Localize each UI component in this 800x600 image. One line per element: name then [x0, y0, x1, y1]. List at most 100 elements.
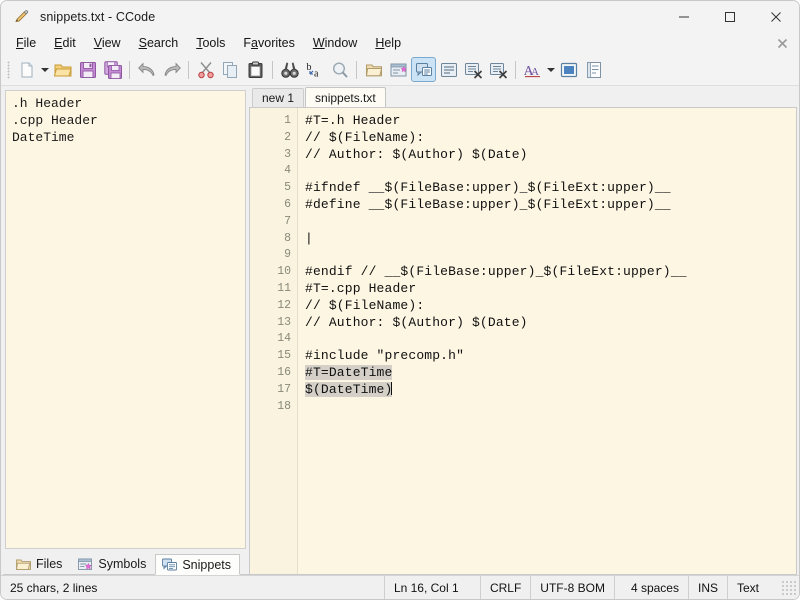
panel-tab-label: Symbols — [98, 557, 147, 571]
status-language[interactable]: Text — [727, 576, 781, 599]
files-panel-icon[interactable] — [361, 57, 386, 82]
code-line[interactable]: // Author: $(Author) $(Date) — [305, 147, 796, 164]
code-line[interactable] — [305, 163, 796, 180]
find-icon[interactable] — [277, 57, 302, 82]
svg-text:b: b — [306, 62, 311, 73]
list-item[interactable]: .h Header — [6, 95, 245, 112]
open-folder-icon[interactable] — [50, 57, 75, 82]
document-tab-new1[interactable]: new 1 — [252, 88, 305, 107]
font-dropdown-icon[interactable] — [545, 57, 556, 82]
new-file-dropdown-icon[interactable] — [39, 57, 50, 82]
snippets-icon — [162, 558, 178, 571]
menu-tools[interactable]: Tools — [187, 34, 234, 52]
snippets-panel-icon[interactable] — [411, 57, 436, 82]
selected-text: #T=DateTime — [305, 364, 393, 380]
font-icon[interactable]: A A — [520, 57, 545, 82]
code-line[interactable]: #endif // __$(FileBase:upper)_$(FileExt:… — [305, 264, 796, 281]
line-number: 1 — [284, 114, 291, 127]
menu-favorites[interactable]: Favorites — [234, 34, 303, 52]
line-number: 10 — [277, 265, 291, 279]
side-panel: .h Header .cpp Header DateTime Files Sym… — [1, 86, 249, 575]
resize-grip[interactable] — [781, 579, 797, 596]
menu-file[interactable]: File — [7, 34, 45, 52]
save-all-icon[interactable] — [100, 57, 125, 82]
line-number: 11 — [277, 281, 291, 295]
line-number: 8 — [284, 231, 291, 245]
code-line[interactable] — [305, 247, 796, 264]
menu-view[interactable]: View — [85, 34, 130, 52]
minimize-button[interactable] — [661, 1, 707, 32]
line-number: 7 — [284, 214, 291, 228]
panel-tab-symbols[interactable]: Symbols — [71, 553, 155, 574]
menu-bar: File Edit View Search Tools Favorites Wi… — [1, 32, 799, 54]
ccode-window: snippets.txt - CCode File Edit View Sear… — [0, 0, 800, 600]
menu-window[interactable]: Window — [304, 34, 366, 52]
toolbar-separator — [188, 60, 189, 79]
symbols-panel-icon[interactable] — [386, 57, 411, 82]
status-insert-mode[interactable]: INS — [687, 576, 727, 599]
menu-search[interactable]: Search — [130, 34, 188, 52]
code-line[interactable]: #T=DateTime — [305, 364, 796, 382]
close-button[interactable] — [753, 1, 799, 32]
code-line[interactable] — [305, 214, 796, 231]
line-number: 9 — [284, 248, 291, 262]
code-editor[interactable]: 1 2 3 4 5 6 7 8 9 10 11 12 13 14 15 16 1 — [249, 107, 797, 575]
menu-edit[interactable]: Edit — [45, 34, 85, 52]
line-number: 5 — [284, 181, 291, 195]
menu-help[interactable]: Help — [366, 34, 410, 52]
line-number: 17 — [277, 382, 291, 396]
line-number-gutter: 1 2 3 4 5 6 7 8 9 10 11 12 13 14 15 16 1 — [250, 108, 298, 574]
panel-tab-files[interactable]: Files — [9, 553, 71, 574]
cut-icon[interactable] — [193, 57, 218, 82]
line-number: 2 — [284, 130, 291, 144]
snippets-list[interactable]: .h Header .cpp Header DateTime — [5, 90, 246, 549]
status-encoding[interactable]: UTF-8 BOM — [530, 576, 614, 599]
code-line[interactable]: // Author: $(Author) $(Date) — [305, 315, 796, 332]
symbols-icon — [78, 558, 93, 571]
document-tab-snippets-txt[interactable]: snippets.txt — [305, 87, 386, 107]
status-doc-info: 25 chars, 2 lines — [10, 580, 98, 595]
status-indent[interactable]: 4 spaces — [613, 576, 688, 599]
list-item[interactable]: DateTime — [6, 129, 245, 146]
code-text-area[interactable]: #T=.h Header// $(FileName):// Author: $(… — [298, 108, 796, 574]
undo-icon[interactable] — [134, 57, 159, 82]
status-line-ending[interactable]: CRLF — [479, 576, 530, 599]
toolbar-separator — [129, 60, 130, 79]
replace-icon[interactable]: b a — [302, 57, 327, 82]
code-line[interactable]: $(DateTime) — [305, 381, 796, 399]
status-bar: 25 chars, 2 lines Ln 16, Col 1 CRLF UTF-… — [1, 575, 799, 599]
build-icon[interactable] — [461, 57, 486, 82]
new-file-icon[interactable] — [14, 57, 39, 82]
save-icon[interactable] — [75, 57, 100, 82]
main-toolbar: b a A A — [1, 54, 799, 86]
document-tabs: new 1 snippets.txt — [249, 86, 797, 107]
copy-icon[interactable] — [218, 57, 243, 82]
maximize-button[interactable] — [707, 1, 753, 32]
code-line[interactable]: #T=.h Header — [305, 113, 796, 130]
code-line[interactable]: | — [305, 231, 796, 248]
status-cursor-position[interactable]: Ln 16, Col 1 — [383, 576, 480, 599]
toolbar-separator — [356, 60, 357, 79]
redo-icon[interactable] — [159, 57, 184, 82]
panel-tab-snippets[interactable]: Snippets — [155, 554, 240, 575]
paste-icon[interactable] — [243, 57, 268, 82]
code-line[interactable]: #T=.cpp Header — [305, 281, 796, 298]
code-line[interactable]: #define __$(FileBase:upper)_$(FileExt:up… — [305, 197, 796, 214]
toolbar-grip[interactable] — [7, 60, 10, 79]
close-document-icon[interactable] — [774, 35, 790, 51]
code-line[interactable]: // $(FileName): — [305, 298, 796, 315]
code-line[interactable]: #ifndef __$(FileBase:upper)_$(FileExt:up… — [305, 180, 796, 197]
properties-icon[interactable] — [581, 57, 606, 82]
fullscreen-icon[interactable] — [556, 57, 581, 82]
code-line[interactable] — [305, 399, 796, 416]
output-panel-icon[interactable] — [436, 57, 461, 82]
code-line[interactable] — [305, 331, 796, 348]
title-bar: snippets.txt - CCode — [1, 1, 799, 32]
find-in-files-icon[interactable] — [327, 57, 352, 82]
list-item[interactable]: .cpp Header — [6, 112, 245, 129]
svg-text:a: a — [314, 68, 319, 79]
code-line[interactable]: // $(FileName): — [305, 130, 796, 147]
window-controls — [661, 1, 799, 32]
code-line[interactable]: #include "precomp.h" — [305, 348, 796, 365]
build-run-icon[interactable] — [486, 57, 511, 82]
